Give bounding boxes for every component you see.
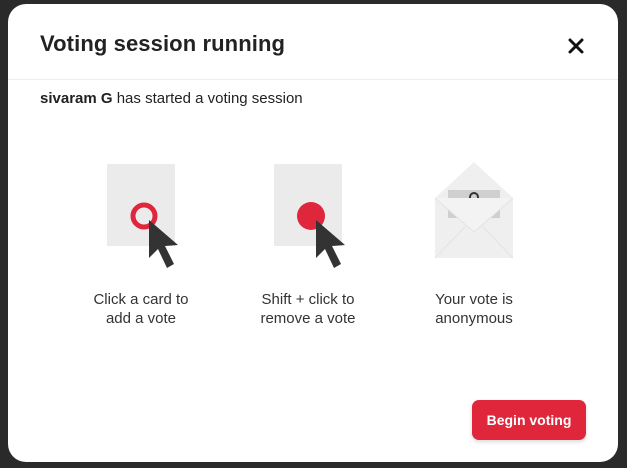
step-caption-line: Shift + click to	[261, 291, 355, 308]
close-icon	[568, 38, 584, 54]
voting-session-dialog: Voting session running sivaram G has sta…	[8, 4, 618, 462]
step-caption-line: Click a card to	[93, 291, 189, 308]
session-user-name: sivaram G	[40, 90, 113, 107]
session-message: sivaram G has started a voting session	[40, 90, 303, 107]
card-click-icon	[130, 202, 178, 268]
dialog-title: Voting session running	[40, 31, 286, 56]
begin-voting-button[interactable]: Begin voting	[472, 400, 586, 440]
step-anonymous-vote: Your vote is anonymous	[394, 160, 554, 328]
header-divider	[8, 79, 618, 80]
step-shift-click-remove: Shift + click to remove a vote	[228, 160, 388, 328]
locked-envelope-icon	[434, 162, 514, 259]
step-caption-line: anonymous	[435, 310, 513, 327]
card-shift-click-icon	[297, 202, 345, 268]
close-button[interactable]	[564, 34, 588, 58]
step-caption-line: remove a vote	[260, 310, 356, 327]
session-message-text: has started a voting session	[112, 90, 303, 107]
step-caption-line: Your vote is	[435, 291, 513, 308]
step-click-to-vote: Click a card to add a vote	[61, 160, 221, 328]
step-caption-line: add a vote	[105, 310, 177, 327]
